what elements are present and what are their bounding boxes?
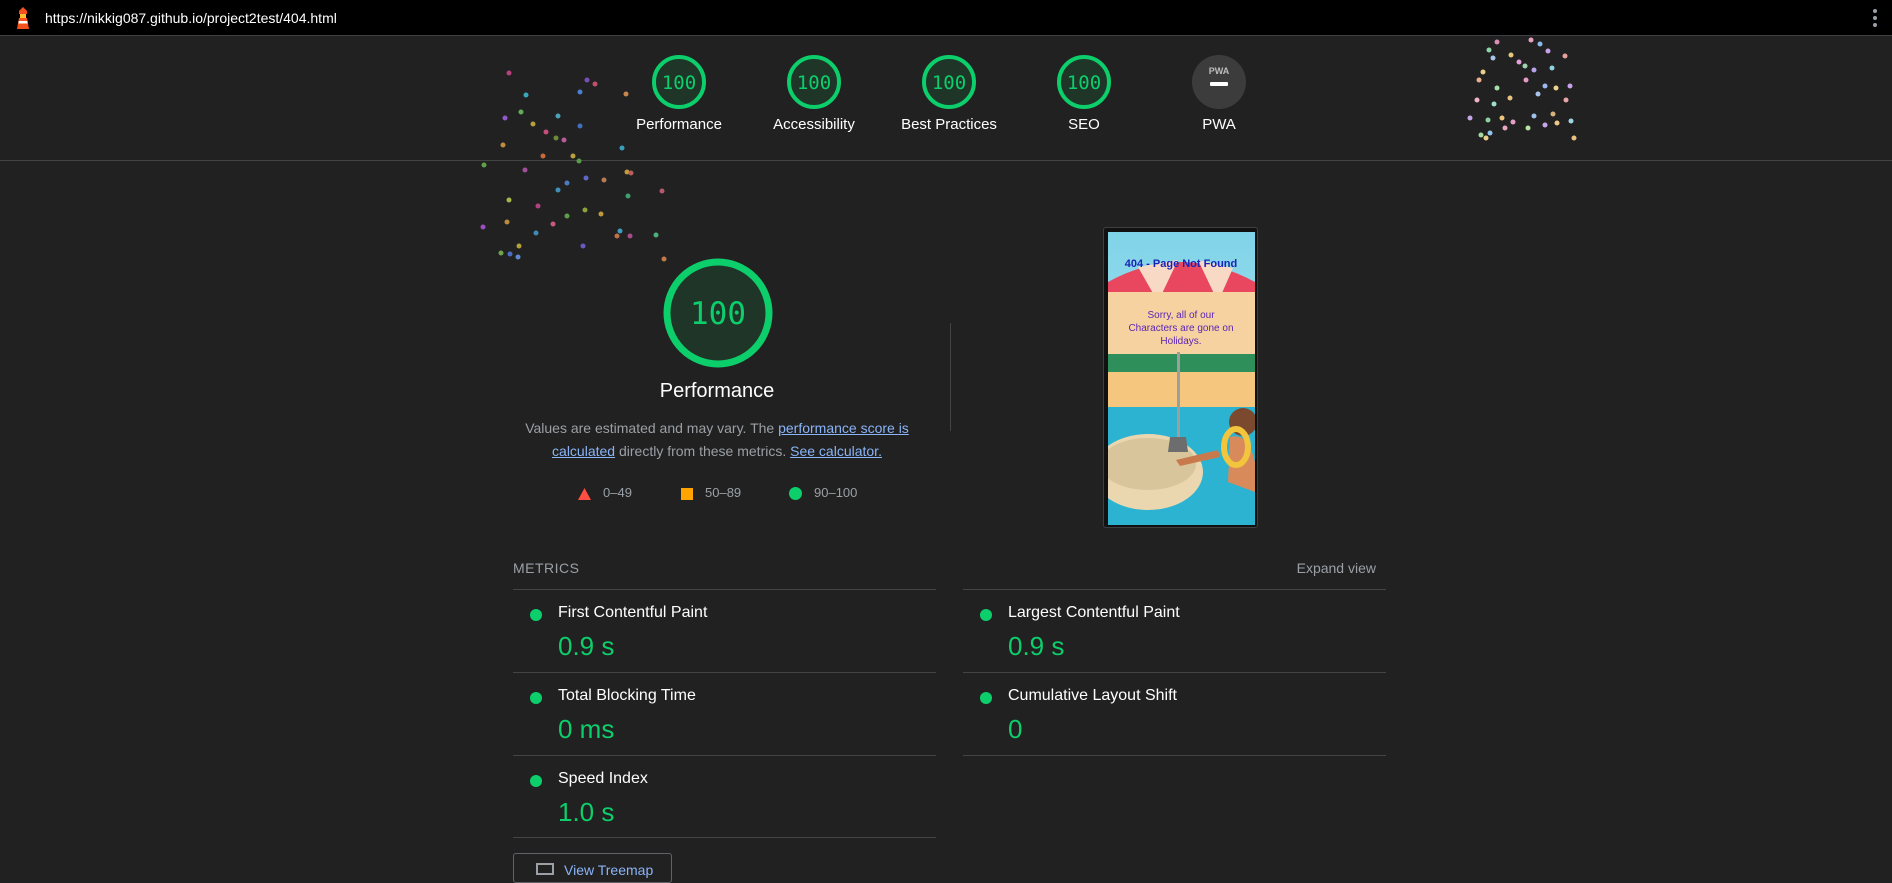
screenshot-heading: 404 - Page Not Found bbox=[1125, 258, 1237, 270]
screenshot-message-line: Holidays. bbox=[1160, 336, 1201, 347]
performance-score-value: 100 bbox=[690, 296, 746, 332]
metric-title: Largest Contentful Paint bbox=[1008, 604, 1180, 621]
legend-range: 0–49 bbox=[603, 485, 632, 500]
gauge-score: 100 bbox=[932, 72, 966, 94]
gauge-accessibility[interactable]: 100 Accessibility bbox=[749, 54, 879, 133]
gauge-ring: 100 bbox=[1057, 55, 1111, 109]
pass-circle-icon bbox=[530, 692, 542, 704]
square-icon bbox=[681, 487, 693, 500]
gauge-ring: 100 bbox=[652, 55, 706, 109]
address-bar: https://nikkig087.github.io/project2test… bbox=[0, 0, 1892, 36]
gauge-ring: 100 bbox=[787, 55, 841, 109]
gauge-score: 100 bbox=[797, 72, 831, 94]
screenshot-message-line: Sorry, all of our bbox=[1147, 310, 1215, 321]
gauge-label: Best Practices bbox=[901, 116, 997, 133]
metric-title: Cumulative Layout Shift bbox=[1008, 687, 1177, 704]
legend-range: 50–89 bbox=[705, 485, 742, 500]
score-gauges: 100 Performance 100 Accessibility 100 Be… bbox=[0, 36, 1892, 161]
gauge-score: 100 bbox=[1067, 72, 1101, 94]
circle-icon bbox=[789, 487, 802, 501]
legend-pass: 90–100 bbox=[789, 485, 858, 501]
screenshot-message-line: Characters are gone on bbox=[1128, 323, 1233, 334]
metric-title: Total Blocking Time bbox=[558, 687, 696, 704]
pass-circle-icon bbox=[980, 609, 992, 621]
performance-score-gauge: 100 bbox=[663, 258, 773, 368]
gauge-score: 100 bbox=[662, 72, 696, 94]
metric-value: 0 bbox=[1008, 714, 1023, 744]
gauge-best-practices[interactable]: 100 Best Practices bbox=[884, 54, 1014, 133]
metric-title: Speed Index bbox=[558, 770, 648, 787]
metric-largest-contentful-paint: Largest Contentful Paint 0.9 s bbox=[963, 589, 1386, 672]
metrics-divider bbox=[963, 755, 1386, 756]
gauge-label: Performance bbox=[636, 116, 722, 133]
description-text: directly from these metrics. bbox=[615, 443, 791, 459]
legend-fail: 0–49 bbox=[578, 485, 632, 500]
pass-circle-icon bbox=[530, 775, 542, 787]
treemap-icon bbox=[536, 863, 554, 875]
page-screenshot-image: 404 - Page Not Found Sorry, all of our C… bbox=[1108, 232, 1255, 525]
gauge-label: PWA bbox=[1202, 116, 1236, 133]
legend-average: 50–89 bbox=[681, 485, 741, 500]
metric-total-blocking-time: Total Blocking Time 0 ms bbox=[513, 672, 936, 755]
expand-view-toggle[interactable]: Expand view bbox=[1297, 560, 1376, 576]
see-calculator-link[interactable]: See calculator. bbox=[790, 443, 882, 459]
performance-title: Performance bbox=[659, 380, 775, 402]
lighthouse-logo-icon bbox=[17, 7, 29, 29]
metric-speed-index: Speed Index 1.0 s bbox=[513, 755, 936, 838]
section-divider bbox=[950, 323, 951, 431]
metric-first-contentful-paint: First Contentful Paint 0.9 s bbox=[513, 589, 936, 672]
metric-value: 0 ms bbox=[558, 714, 615, 744]
metric-cumulative-layout-shift: Cumulative Layout Shift 0 bbox=[963, 672, 1386, 755]
legend-range: 90–100 bbox=[814, 485, 858, 500]
treemap-label: View Treemap bbox=[564, 862, 654, 878]
gauge-label: Accessibility bbox=[773, 116, 855, 133]
metric-value: 0.9 s bbox=[1008, 631, 1065, 661]
gauge-pwa[interactable]: PWA PWA bbox=[1154, 54, 1284, 133]
final-screenshot[interactable]: 404 - Page Not Found Sorry, all of our C… bbox=[1103, 227, 1258, 528]
url-text[interactable]: https://nikkig087.github.io/project2test… bbox=[45, 10, 337, 26]
metrics-divider bbox=[513, 837, 936, 838]
description-text: Values are estimated and may vary. The bbox=[525, 420, 779, 436]
triangle-icon bbox=[578, 487, 591, 500]
metric-value: 1.0 s bbox=[558, 797, 615, 827]
pass-circle-icon bbox=[530, 609, 542, 621]
metrics-header: METRICS bbox=[513, 560, 580, 576]
gauge-ring: 100 bbox=[922, 55, 976, 109]
pwa-badge-text: PWA bbox=[1209, 66, 1230, 76]
gauge-performance[interactable]: 100 Performance bbox=[614, 54, 744, 133]
pass-circle-icon bbox=[980, 692, 992, 704]
pwa-badge-icon: PWA bbox=[1192, 55, 1246, 109]
gauge-seo[interactable]: 100 SEO bbox=[1019, 54, 1149, 133]
gauge-label: SEO bbox=[1068, 116, 1100, 133]
more-menu-icon[interactable] bbox=[1872, 9, 1878, 29]
view-treemap-button[interactable]: View Treemap bbox=[513, 853, 672, 883]
metric-title: First Contentful Paint bbox=[558, 604, 708, 621]
performance-description: Values are estimated and may vary. The p… bbox=[517, 417, 917, 463]
metric-value: 0.9 s bbox=[558, 631, 615, 661]
